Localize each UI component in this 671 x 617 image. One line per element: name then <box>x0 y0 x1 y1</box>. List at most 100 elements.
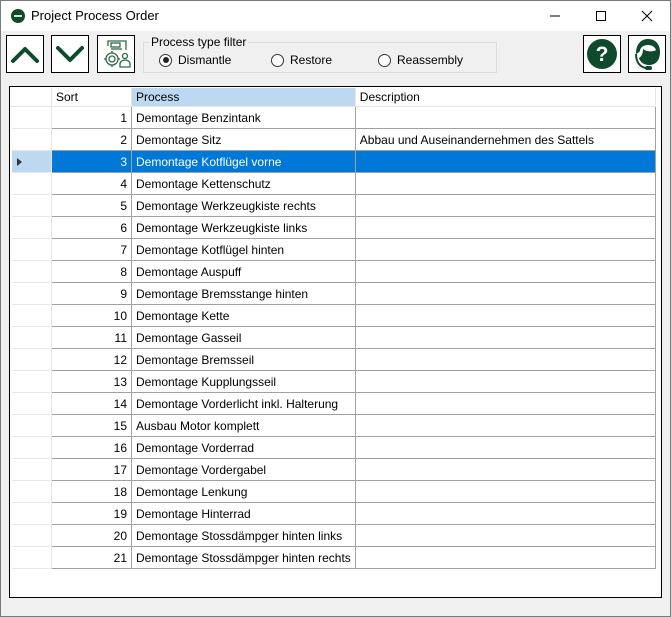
row-header-corner[interactable] <box>11 88 52 107</box>
sort-cell[interactable]: 16 <box>51 436 132 459</box>
description-cell[interactable] <box>354 194 656 217</box>
row-header[interactable] <box>11 282 52 305</box>
process-cell[interactable]: Demontage Vorderrad <box>131 436 356 459</box>
table-row[interactable]: 9 Demontage Bremsstange hinten <box>11 282 656 305</box>
row-header[interactable] <box>11 216 52 239</box>
sort-cell[interactable]: 4 <box>51 172 132 195</box>
column-header-sort[interactable]: Sort <box>51 88 132 107</box>
row-header[interactable] <box>11 326 52 349</box>
radio-restore[interactable]: Restore <box>271 53 332 67</box>
radio-restore-indicator[interactable] <box>271 53 284 67</box>
sort-cell[interactable]: 21 <box>51 546 132 569</box>
sort-cell[interactable]: 18 <box>51 480 132 503</box>
process-cell[interactable]: Ausbau Motor komplett <box>131 414 356 437</box>
table-row[interactable]: 17 Demontage Vordergabel <box>11 458 656 481</box>
process-cell[interactable]: Demontage Hinterrad <box>131 502 356 525</box>
description-cell[interactable] <box>354 480 656 503</box>
row-header[interactable] <box>11 304 52 327</box>
row-header[interactable] <box>11 238 52 261</box>
description-cell[interactable] <box>354 524 656 547</box>
sort-cell[interactable]: 20 <box>51 524 132 547</box>
row-header[interactable] <box>11 370 52 393</box>
sort-cell[interactable]: 6 <box>51 216 132 239</box>
description-cell[interactable] <box>354 436 656 459</box>
process-cell[interactable]: Demontage Stossdämpger hinten links <box>131 524 356 547</box>
sort-cell[interactable]: 3 <box>51 150 132 173</box>
process-cell[interactable]: Demontage Vordergabel <box>131 458 356 481</box>
radio-reassembly-indicator[interactable] <box>378 53 391 67</box>
process-cell[interactable]: Demontage Vorderlicht inkl. Halterung <box>131 392 356 415</box>
table-row[interactable]: 12 Demontage Bremsseil <box>11 348 656 371</box>
table-row[interactable]: 6 Demontage Werkzeugkiste links <box>11 216 656 239</box>
sort-cell[interactable]: 8 <box>51 260 132 283</box>
table-row[interactable]: 21 Demontage Stossdämpger hinten rechts <box>11 546 656 569</box>
process-cell[interactable]: Demontage Stossdämpger hinten rechts <box>131 546 356 569</box>
process-grid[interactable]: Sort Process Description 1 Demontage Benz… <box>9 86 662 598</box>
row-header[interactable] <box>11 436 52 459</box>
description-cell[interactable] <box>354 150 656 173</box>
table-row[interactable]: 3 Demontage Kotflügel vorne <box>11 150 656 173</box>
description-cell[interactable] <box>354 502 656 525</box>
description-cell[interactable] <box>354 238 656 261</box>
process-cell[interactable]: Demontage Kotflügel vorne <box>131 150 356 173</box>
table-row[interactable]: 5 Demontage Werkzeugkiste rechts <box>11 194 656 217</box>
process-cell[interactable]: Demontage Lenkung <box>131 480 356 503</box>
description-cell[interactable] <box>354 348 656 371</box>
table-row[interactable]: 13 Demontage Kupplungsseil <box>11 370 656 393</box>
table-row[interactable]: 8 Demontage Auspuff <box>11 260 656 283</box>
table-row[interactable]: 1 Demontage Benzintank <box>11 106 656 129</box>
sort-cell[interactable]: 1 <box>51 106 132 129</box>
table-row[interactable]: 7 Demontage Kotflügel hinten <box>11 238 656 261</box>
row-header[interactable] <box>11 172 52 195</box>
move-down-button[interactable] <box>51 35 89 73</box>
sort-cell[interactable]: 10 <box>51 304 132 327</box>
table-row[interactable]: 11 Demontage Gasseil <box>11 326 656 349</box>
sort-cell[interactable]: 13 <box>51 370 132 393</box>
minimize-button[interactable] <box>532 1 578 31</box>
row-header[interactable] <box>11 260 52 283</box>
row-header[interactable] <box>11 128 52 151</box>
column-header-description[interactable]: Description <box>354 88 656 107</box>
process-cell[interactable]: Demontage Werkzeugkiste rechts <box>131 194 356 217</box>
sort-cell[interactable]: 19 <box>51 502 132 525</box>
process-cell[interactable]: Demontage Bremsstange hinten <box>131 282 356 305</box>
sort-cell[interactable]: 7 <box>51 238 132 261</box>
row-header[interactable] <box>11 524 52 547</box>
table-row[interactable]: 15 Ausbau Motor komplett <box>11 414 656 437</box>
radio-dismantle-indicator[interactable] <box>159 53 172 67</box>
support-button[interactable] <box>628 35 666 73</box>
table-row[interactable]: 16 Demontage Vorderrad <box>11 436 656 459</box>
description-cell[interactable] <box>354 370 656 393</box>
close-button[interactable] <box>624 1 670 31</box>
row-header[interactable] <box>11 414 52 437</box>
table-row[interactable]: 18 Demontage Lenkung <box>11 480 656 503</box>
row-header[interactable] <box>11 348 52 371</box>
process-cell[interactable]: Demontage Benzintank <box>131 106 356 129</box>
description-cell[interactable]: Abbau und Auseinandernehmen des Sattels <box>354 128 656 151</box>
table-row[interactable]: 10 Demontage Kette <box>11 304 656 327</box>
help-button[interactable]: ? <box>583 35 621 73</box>
row-header[interactable] <box>11 480 52 503</box>
description-cell[interactable] <box>354 392 656 415</box>
process-cell[interactable]: Demontage Kettenschutz <box>131 172 356 195</box>
row-header[interactable] <box>11 150 52 173</box>
description-cell[interactable] <box>354 172 656 195</box>
row-header[interactable] <box>11 502 52 525</box>
process-cell[interactable]: Demontage Bremsseil <box>131 348 356 371</box>
process-cell[interactable]: Demontage Kupplungsseil <box>131 370 356 393</box>
description-cell[interactable] <box>354 260 656 283</box>
sort-cell[interactable]: 5 <box>51 194 132 217</box>
sort-cell[interactable]: 15 <box>51 414 132 437</box>
description-cell[interactable] <box>354 216 656 239</box>
description-cell[interactable] <box>354 106 656 129</box>
table-row[interactable]: 4 Demontage Kettenschutz <box>11 172 656 195</box>
table-row[interactable]: 19 Demontage Hinterrad <box>11 502 656 525</box>
row-header[interactable] <box>11 194 52 217</box>
row-header[interactable] <box>11 106 52 129</box>
row-header[interactable] <box>11 458 52 481</box>
sort-cell[interactable]: 2 <box>51 128 132 151</box>
description-cell[interactable] <box>354 414 656 437</box>
process-cell[interactable]: Demontage Gasseil <box>131 326 356 349</box>
row-header[interactable] <box>11 392 52 415</box>
description-cell[interactable] <box>354 304 656 327</box>
